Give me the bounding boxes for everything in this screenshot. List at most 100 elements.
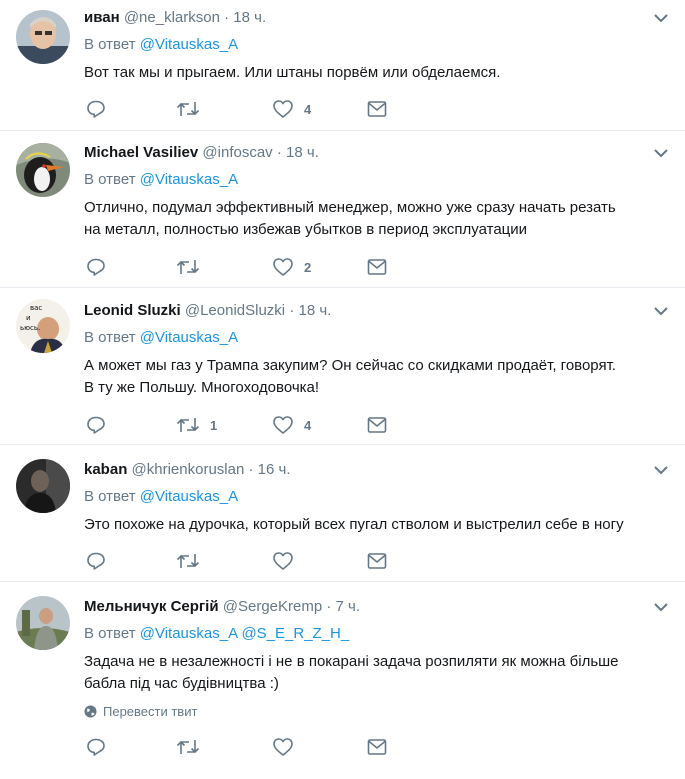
tweet-text: Вот так мы и прыгаем. Или штаны порвём и…	[84, 62, 674, 84]
mention-link[interactable]: @Vitauskas_A	[140, 171, 238, 188]
like-button[interactable]: 4	[272, 99, 311, 119]
direct-message-icon	[367, 417, 387, 433]
author-name[interactable]: Michael Vasiliev	[84, 144, 198, 161]
reply-button[interactable]	[86, 415, 106, 435]
more-menu-button[interactable]	[652, 598, 670, 616]
tweet-header: Michael Vasiliev @infoscav · 18 ч.	[84, 143, 319, 163]
timestamp[interactable]: 16 ч.	[258, 461, 291, 478]
like-icon	[273, 258, 293, 276]
tweet-header: иван @ne_klarkson · 18 ч.	[84, 8, 266, 28]
globe-icon	[84, 705, 97, 718]
timestamp[interactable]: 7 ч.	[336, 598, 361, 615]
reply-icon	[87, 258, 105, 276]
author-name[interactable]: kaban	[84, 461, 127, 478]
chevron-down-icon	[654, 148, 668, 157]
avatar-image	[16, 596, 70, 650]
reply-button[interactable]	[86, 257, 106, 277]
mention-link[interactable]: @Vitauskas_A	[140, 329, 238, 346]
direct-message-icon	[367, 101, 387, 117]
direct-message-button[interactable]	[367, 551, 387, 571]
like-button[interactable]	[272, 551, 304, 571]
timestamp[interactable]: 18 ч.	[299, 302, 332, 319]
more-menu-button[interactable]	[652, 9, 670, 27]
tweet-text-line: Отлично, подумал эффективный менеджер, м…	[84, 199, 616, 216]
avatar[interactable]	[16, 459, 70, 513]
chevron-down-icon	[654, 306, 668, 315]
more-menu-button[interactable]	[652, 302, 670, 320]
retweet-button[interactable]: 1	[176, 415, 217, 435]
like-count: 4	[304, 417, 312, 433]
tweet-text-line: Вот так мы и прыгаем. Или штаны порвём и…	[84, 64, 501, 81]
more-menu-button[interactable]	[652, 144, 670, 162]
author-name[interactable]: иван	[84, 9, 120, 26]
tweet[interactable]: иван @ne_klarkson · 18 ч. В ответ @Vitau…	[0, 0, 685, 130]
like-button[interactable]: 2	[272, 257, 311, 277]
tweet-text-line: А может мы газ у Трампа закупим? Он сейч…	[84, 357, 616, 374]
like-icon	[273, 738, 293, 756]
avatar[interactable]	[16, 596, 70, 650]
tweet[interactable]: kaban @khrienkoruslan · 16 ч. В ответ @V…	[0, 445, 685, 581]
author-handle[interactable]: @infoscav	[202, 144, 272, 161]
retweet-icon	[176, 418, 200, 432]
reply-context: В ответ @Vitauskas_A	[84, 487, 238, 507]
retweet-icon	[176, 102, 200, 116]
tweet[interactable]: Michael Vasiliev @infoscav · 18 ч. В отв…	[0, 131, 685, 287]
retweet-button[interactable]	[176, 257, 210, 277]
author-handle[interactable]: @LeonidSluzki	[185, 302, 285, 319]
author-handle[interactable]: @SergeKremp	[223, 598, 322, 615]
direct-message-button[interactable]	[367, 257, 387, 277]
timestamp[interactable]: 18 ч.	[286, 144, 319, 161]
like-button[interactable]: 4	[272, 415, 311, 435]
tweet[interactable]: Мельничук Сергій @SergeKremp · 7 ч. В от…	[0, 582, 685, 779]
direct-message-icon	[367, 553, 387, 569]
like-button[interactable]	[272, 737, 304, 757]
author-handle[interactable]: @ne_klarkson	[124, 9, 220, 26]
direct-message-button[interactable]	[367, 99, 387, 119]
retweet-button[interactable]	[176, 99, 210, 119]
like-count: 4	[304, 101, 312, 117]
avatar[interactable]: вас и ьюсь.	[16, 299, 70, 353]
mention-link[interactable]: @Vitauskas_A	[140, 625, 238, 642]
reply-button[interactable]	[86, 99, 106, 119]
separator-dot: ·	[289, 302, 295, 319]
avatar-caption: и	[26, 314, 31, 322]
reply-context: В ответ @Vitauskas_A	[84, 170, 238, 190]
reply-button[interactable]	[86, 737, 106, 757]
avatar-caption: вас	[30, 304, 42, 312]
reply-button[interactable]	[86, 551, 106, 571]
translate-tweet-link[interactable]: Перевести твит	[84, 704, 197, 719]
retweet-icon	[176, 740, 200, 754]
direct-message-button[interactable]	[367, 737, 387, 757]
tweet-text-line: бабла під час будівництва :)	[84, 675, 279, 692]
more-menu-button[interactable]	[652, 461, 670, 479]
tweet[interactable]: вас и ьюсь. Leonid Sluzki @LeonidSluzki …	[0, 288, 685, 444]
avatar-image	[16, 143, 70, 197]
avatar[interactable]	[16, 10, 70, 64]
mention-link[interactable]: @Vitauskas_A	[140, 36, 238, 53]
retweet-button[interactable]	[176, 737, 210, 757]
author-name[interactable]: Мельничук Сергій	[84, 598, 219, 615]
tweet-text: Отлично, подумал эффективный менеджер, м…	[84, 197, 674, 241]
direct-message-button[interactable]	[367, 415, 387, 435]
avatar-image	[16, 10, 70, 64]
avatar-caption: ьюсь.	[20, 324, 40, 332]
avatar-image: вас и ьюсь.	[16, 299, 70, 353]
author-handle[interactable]: @khrienkoruslan	[132, 461, 245, 478]
retweet-count: 1	[210, 417, 218, 433]
retweet-button[interactable]	[176, 551, 210, 571]
tweet-header: kaban @khrienkoruslan · 16 ч.	[84, 460, 291, 480]
reply-context: В ответ @Vitauskas_A	[84, 328, 238, 348]
mention-link[interactable]: @Vitauskas_A	[140, 488, 238, 505]
chevron-down-icon	[654, 602, 668, 611]
reply-prefix: В ответ	[84, 488, 136, 505]
timestamp[interactable]: 18 ч.	[233, 9, 266, 26]
mention-link[interactable]: @S_E_R_Z_H_	[241, 625, 349, 642]
tweet-text: А может мы газ у Трампа закупим? Он сейч…	[84, 355, 674, 399]
separator-dot: ·	[276, 144, 282, 161]
reply-icon	[87, 738, 105, 756]
like-icon	[273, 552, 293, 570]
chevron-down-icon	[654, 13, 668, 22]
avatar[interactable]	[16, 143, 70, 197]
separator-dot: ·	[326, 598, 332, 615]
author-name[interactable]: Leonid Sluzki	[84, 302, 181, 319]
